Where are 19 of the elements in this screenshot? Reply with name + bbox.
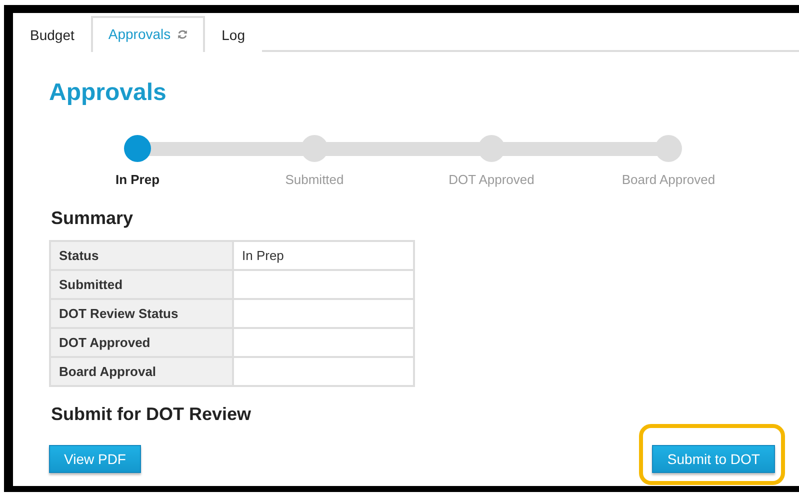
page-heading: Approvals bbox=[49, 79, 168, 108]
row-label: Board Approval bbox=[50, 357, 233, 386]
step-label: Submitted bbox=[285, 170, 344, 189]
submit-button[interactable]: Submit to DOT bbox=[652, 445, 775, 474]
row-label: DOT Review Status bbox=[50, 299, 233, 328]
step-label: DOT Approved bbox=[448, 170, 534, 189]
section-heading: Summary bbox=[51, 207, 134, 230]
tab[interactable]: Log bbox=[204, 16, 262, 52]
tab[interactable]: Budget bbox=[13, 16, 92, 52]
row-label: Status bbox=[50, 241, 233, 270]
step-label: In Prep bbox=[115, 170, 160, 189]
view-pdf-button[interactable]: View PDF bbox=[49, 445, 141, 474]
step-label: Board Approved bbox=[622, 170, 716, 189]
refresh-icon[interactable] bbox=[176, 28, 188, 40]
row-label: Submitted bbox=[50, 270, 233, 300]
table-cell: In Prep bbox=[233, 241, 414, 270]
section-heading: Submit for DOT Review bbox=[51, 403, 252, 426]
row-label: DOT Approved bbox=[50, 328, 233, 358]
tab[interactable]: Approvals bbox=[91, 16, 205, 52]
